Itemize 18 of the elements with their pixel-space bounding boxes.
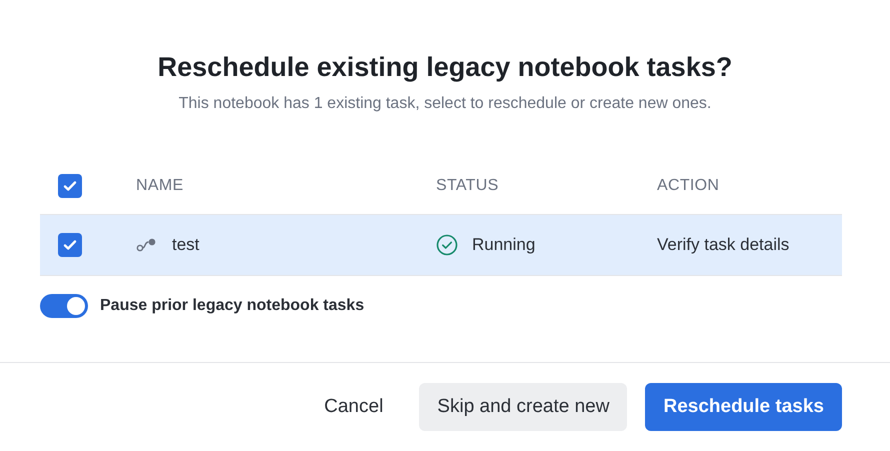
- toggle-label: Pause prior legacy notebook tasks: [100, 297, 364, 315]
- primary-button[interactable]: Reschedule tasks: [645, 383, 842, 431]
- task-name: test: [172, 235, 200, 255]
- task-icon: [136, 238, 158, 252]
- select-all-checkbox[interactable]: [58, 174, 82, 198]
- dialog-title: Reschedule existing legacy notebook tasks?: [156, 52, 734, 83]
- check-circle-icon: [436, 234, 458, 256]
- column-header: ACTION: [657, 176, 720, 194]
- column-header: NAME: [136, 176, 184, 194]
- cancel-button[interactable]: Cancel: [306, 383, 402, 431]
- task-action: Verify task details: [657, 235, 790, 255]
- pause-toggle[interactable]: [40, 294, 88, 318]
- task-status: Running: [472, 235, 536, 255]
- row-checkbox[interactable]: [58, 233, 82, 257]
- task-row[interactable]: test Running Verify task details: [40, 215, 842, 276]
- secondary-button[interactable]: Skip and create new: [419, 383, 628, 431]
- column-header: STATUS: [436, 176, 500, 194]
- dialog-subtitle: This notebook has 1 existing task, select to reschedule or create new ones.: [178, 95, 712, 113]
